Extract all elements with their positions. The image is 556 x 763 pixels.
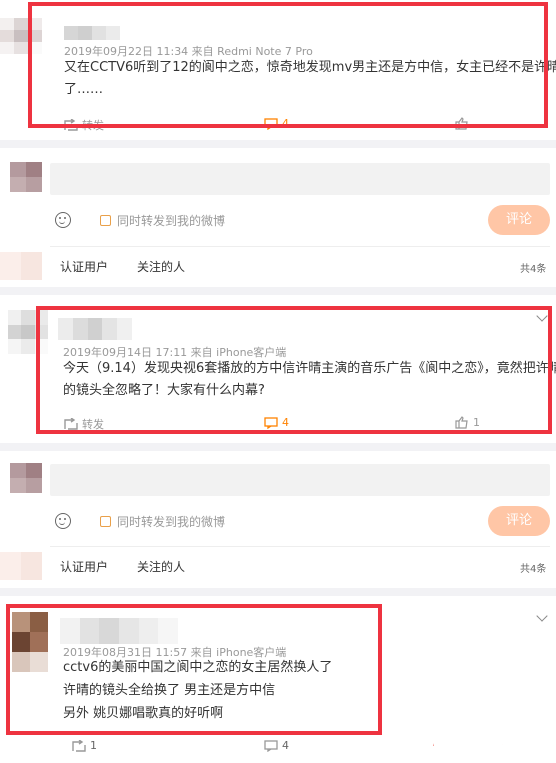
comment-total: 共4条 (520, 564, 547, 575)
comment-input[interactable] (50, 464, 550, 496)
repost-checkbox[interactable] (100, 215, 111, 226)
my-avatar (10, 162, 42, 192)
section-separator (0, 287, 556, 295)
chevron-down-icon[interactable] (536, 610, 548, 622)
section-separator (0, 140, 556, 148)
submit-comment-button[interactable]: 评论 (488, 506, 550, 536)
divider (50, 546, 550, 547)
repost-checkbox[interactable] (100, 516, 111, 527)
comment-count: 4 (282, 739, 289, 752)
repost-icon (72, 739, 86, 752)
my-avatar (10, 463, 42, 493)
watermark: 桃子游戏下载 (429, 736, 550, 759)
filter-following[interactable]: 关注的人 (137, 258, 185, 275)
section-separator (0, 443, 556, 451)
repost-checkbox-label: 同时转发到我的微博 (117, 515, 226, 529)
filter-following[interactable]: 关注的人 (137, 558, 185, 575)
blurred-avatar (0, 252, 42, 280)
highlight-box-1 (28, 2, 548, 128)
repost-checkbox-label: 同时转发到我的微博 (117, 214, 226, 228)
submit-comment-button[interactable]: 评论 (488, 205, 550, 235)
filter-verified-users[interactable]: 认证用户 (60, 558, 108, 575)
blurred-avatar (0, 552, 42, 580)
filter-verified-users[interactable]: 认证用户 (60, 258, 108, 275)
repost-count: 1 (90, 739, 97, 752)
emoji-icon[interactable] (55, 212, 71, 228)
comment-input[interactable] (50, 163, 550, 195)
emoji-icon[interactable] (55, 513, 71, 529)
comment-action[interactable]: 4 (264, 739, 289, 752)
repost-action[interactable]: 1 (72, 739, 97, 752)
highlight-box-3 (6, 604, 382, 735)
highlight-box-2 (36, 306, 552, 434)
section-separator (0, 588, 556, 596)
comment-total: 共4条 (520, 264, 547, 275)
comment-icon (264, 739, 278, 752)
divider (50, 246, 550, 247)
